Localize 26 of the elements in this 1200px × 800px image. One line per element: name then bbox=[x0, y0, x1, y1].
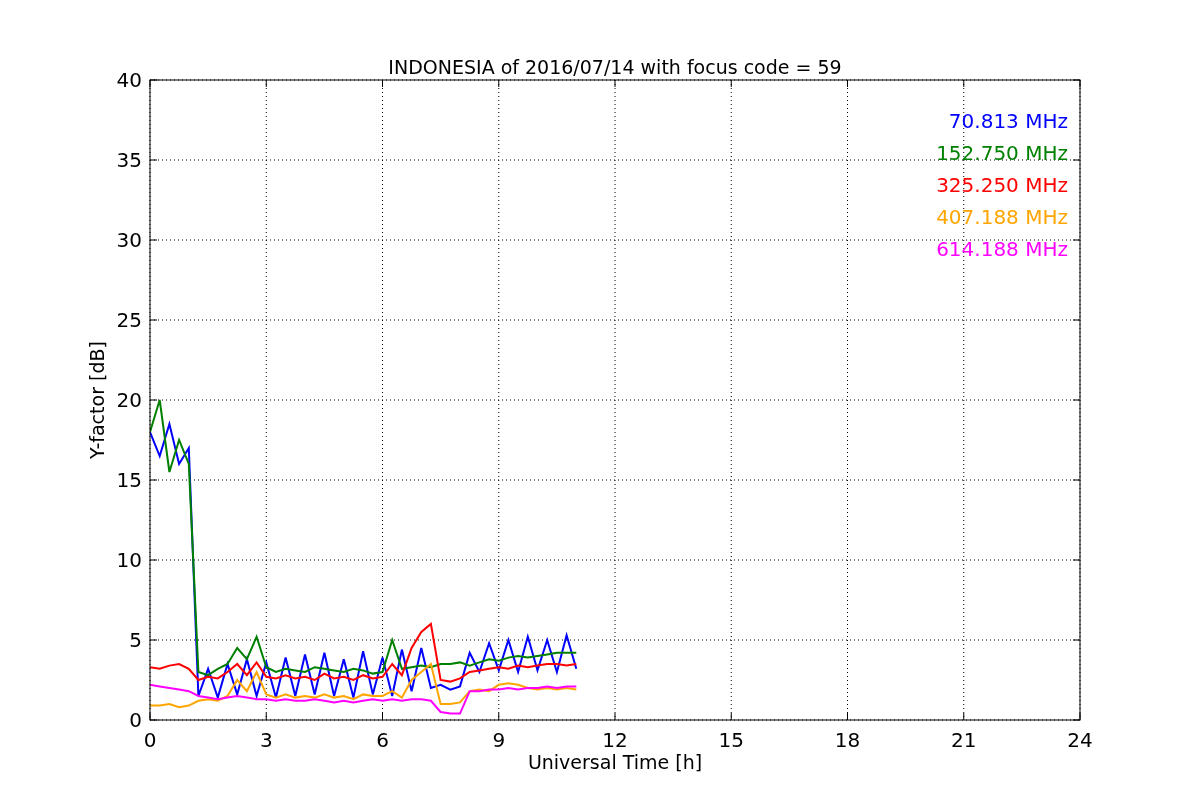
x-tick-label: 24 bbox=[1067, 728, 1093, 752]
y-tick-label: 30 bbox=[116, 228, 142, 252]
chart-title: INDONESIA of 2016/07/14 with focus code = 59 bbox=[388, 56, 842, 78]
y-tick-label: 15 bbox=[116, 468, 142, 492]
x-tick-label: 3 bbox=[259, 728, 273, 752]
y-tick-label: 10 bbox=[116, 548, 142, 572]
x-tick-label: 15 bbox=[718, 728, 744, 752]
x-tick-label: 9 bbox=[492, 728, 506, 752]
legend-label: 325.250 MHz bbox=[936, 173, 1068, 197]
y-tick-label: 40 bbox=[116, 68, 142, 92]
x-tick-label: 18 bbox=[834, 728, 861, 752]
x-tick-label: 6 bbox=[376, 728, 389, 752]
legend-label: 407.188 MHz bbox=[936, 205, 1068, 229]
legend-label: 70.813 MHz bbox=[948, 109, 1068, 133]
x-axis-label: Universal Time [h] bbox=[527, 751, 703, 773]
y-tick-label: 5 bbox=[129, 628, 142, 652]
legend-label: 152.750 MHz bbox=[936, 141, 1068, 165]
x-tick-label: 21 bbox=[951, 728, 977, 752]
y-tick-label: 0 bbox=[129, 708, 142, 732]
y-tick-label: 20 bbox=[116, 388, 142, 412]
x-tick-label: 12 bbox=[602, 728, 628, 752]
y-axis-label: Y-factor [dB] bbox=[86, 341, 108, 459]
x-tick-label: 0 bbox=[143, 728, 157, 752]
legend-label: 614.188 MHz bbox=[936, 237, 1068, 261]
y-tick-label: 35 bbox=[116, 148, 142, 172]
y-tick-label: 25 bbox=[116, 308, 142, 332]
